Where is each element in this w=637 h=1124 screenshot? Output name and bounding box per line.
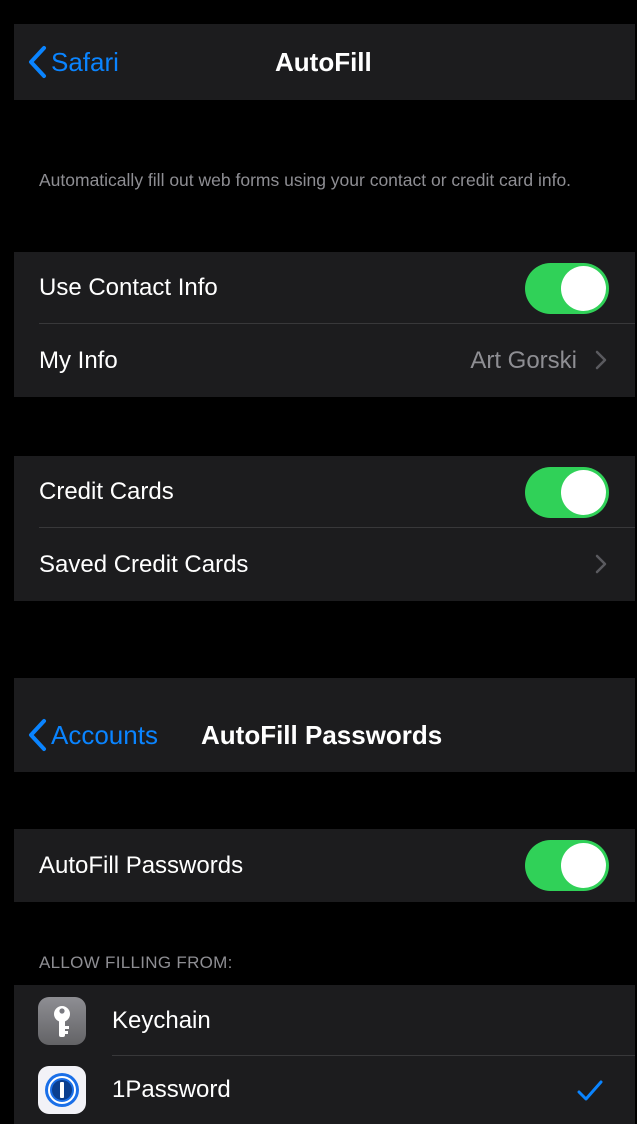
credit-cards-group: Credit Cards Saved Credit Cards bbox=[14, 456, 635, 601]
toggle-knob bbox=[561, 266, 606, 311]
provider-label: 1Password bbox=[112, 1076, 231, 1103]
autofill-passwords-group: AutoFill Passwords bbox=[14, 829, 635, 902]
autofill-passwords-label: AutoFill Passwords bbox=[39, 851, 244, 879]
use-contact-info-toggle[interactable] bbox=[525, 263, 609, 314]
my-info-value: Art Gorski bbox=[470, 346, 577, 374]
autofill-passwords-toggle[interactable] bbox=[525, 840, 609, 891]
autofill-passwords-row: AutoFill Passwords bbox=[14, 829, 635, 902]
chevron-right-icon bbox=[595, 554, 607, 579]
back-label: Safari bbox=[51, 46, 119, 77]
provider-label: Keychain bbox=[112, 1006, 211, 1034]
checkmark-icon bbox=[577, 1080, 603, 1107]
autofill-description: Automatically fill out web forms using y… bbox=[39, 170, 572, 190]
autofill-nav-bar: Safari AutoFill bbox=[14, 24, 635, 100]
provider-row-1password[interactable]: 1Password bbox=[14, 1056, 635, 1124]
back-label: Accounts bbox=[51, 719, 158, 750]
use-contact-info-label: Use Contact Info bbox=[39, 274, 218, 301]
credit-cards-label: Credit Cards bbox=[39, 478, 174, 505]
credit-cards-row: Credit Cards bbox=[14, 456, 635, 528]
back-button-safari[interactable]: Safari bbox=[27, 45, 119, 79]
credit-cards-toggle[interactable] bbox=[525, 467, 609, 518]
page-title: AutoFill Passwords bbox=[201, 720, 443, 750]
provider-row-keychain[interactable]: Keychain bbox=[14, 985, 635, 1056]
key-icon bbox=[38, 997, 86, 1045]
my-info-label: My Info bbox=[39, 346, 118, 374]
password-providers-group: Keychain 1Password bbox=[14, 985, 635, 1124]
toggle-knob bbox=[561, 470, 606, 515]
allow-filling-from-header: ALLOW FILLING FROM: bbox=[39, 953, 233, 972]
my-info-row[interactable]: My Info Art Gorski bbox=[14, 324, 635, 397]
page-title: AutoFill bbox=[275, 47, 372, 77]
chevron-left-icon bbox=[27, 45, 47, 79]
chevron-left-icon bbox=[27, 718, 47, 752]
1password-icon bbox=[38, 1066, 86, 1114]
contact-info-group: Use Contact Info My Info Art Gorski bbox=[14, 252, 635, 397]
back-button-accounts[interactable]: Accounts bbox=[27, 718, 158, 752]
toggle-knob bbox=[561, 843, 606, 888]
use-contact-info-row: Use Contact Info bbox=[14, 252, 635, 324]
chevron-right-icon bbox=[595, 350, 607, 375]
saved-credit-cards-label: Saved Credit Cards bbox=[39, 550, 249, 578]
passwords-nav-bar: Accounts AutoFill Passwords bbox=[14, 678, 635, 772]
saved-credit-cards-row[interactable]: Saved Credit Cards bbox=[14, 528, 635, 601]
